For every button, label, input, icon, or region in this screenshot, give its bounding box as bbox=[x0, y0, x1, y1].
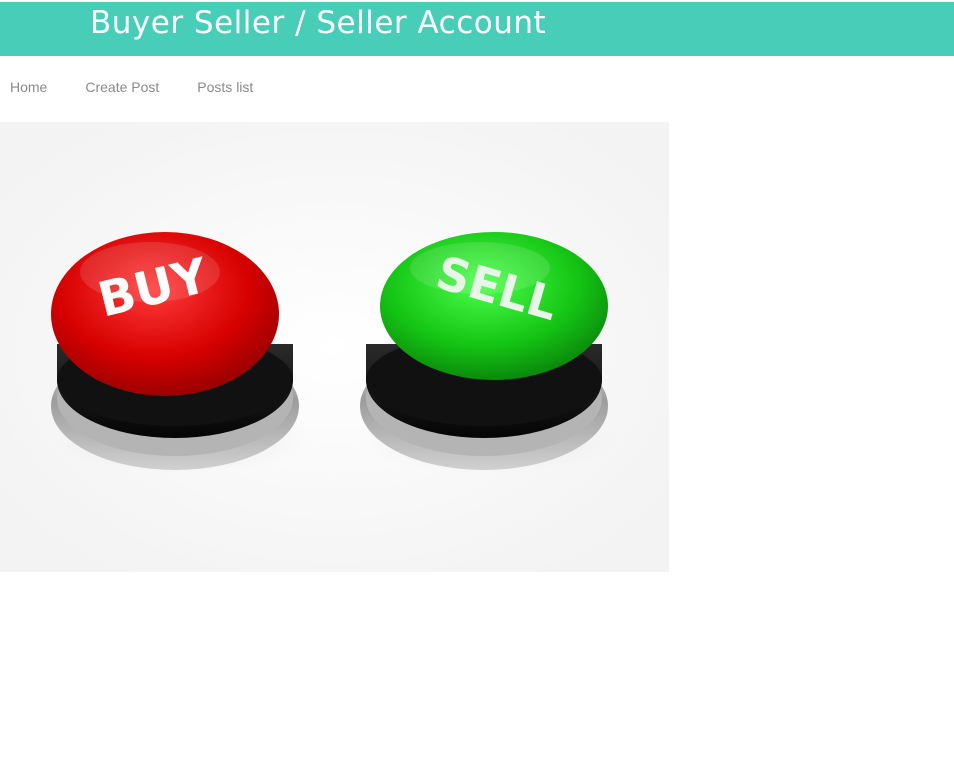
main-nav: Home Create Post Posts list bbox=[0, 78, 253, 98]
nav-home-link[interactable]: Home bbox=[10, 78, 47, 98]
nav-create-post-link[interactable]: Create Post bbox=[85, 78, 159, 98]
hero-image: BUY SELL bbox=[0, 122, 669, 572]
page-title: Buyer Seller / Seller Account bbox=[90, 5, 547, 41]
site-header: Buyer Seller / Seller Account bbox=[0, 2, 954, 56]
nav-posts-list-link[interactable]: Posts list bbox=[197, 78, 253, 98]
buy-sell-buttons-illustration: BUY SELL bbox=[0, 122, 669, 572]
